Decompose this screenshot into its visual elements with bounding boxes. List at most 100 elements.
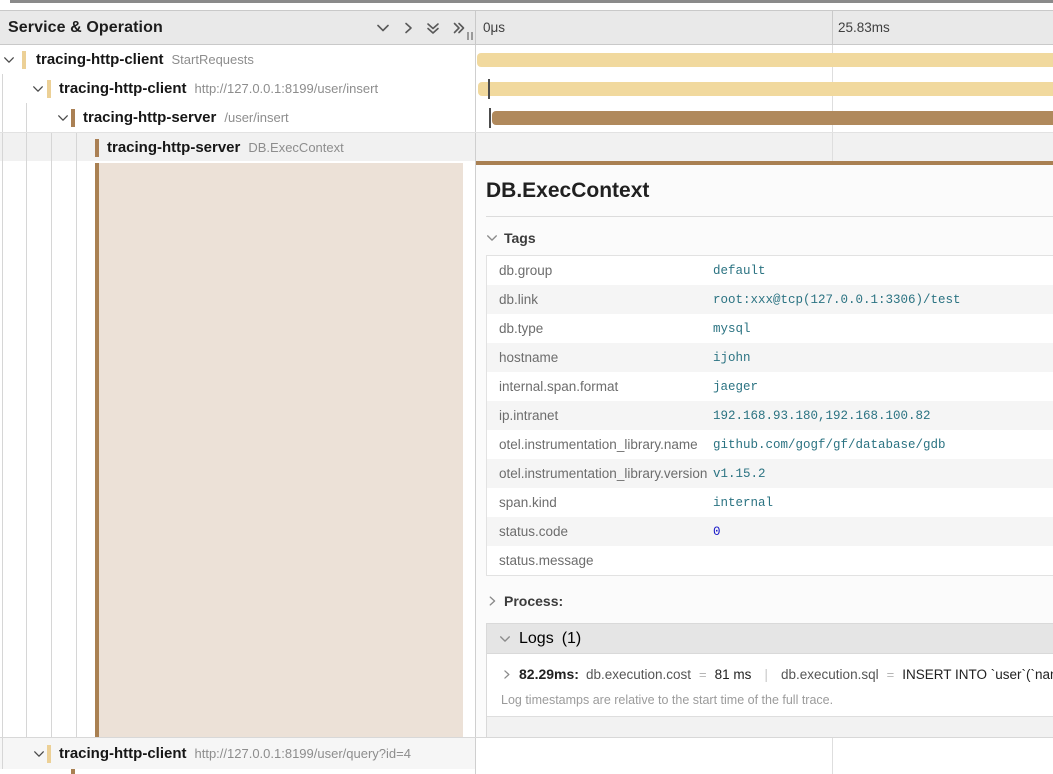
- row-gridline: [832, 133, 833, 161]
- column-resize-handle[interactable]: [467, 32, 473, 40]
- timeline-ruler: 0μs 25.83ms: [476, 11, 1053, 44]
- tag-row[interactable]: status.message: [487, 546, 1053, 575]
- process-section-toggle[interactable]: Process:: [486, 593, 1053, 609]
- tag-row[interactable]: internal.span.format jaeger: [487, 372, 1053, 401]
- span-operation: StartRequests: [172, 52, 254, 67]
- tag-key: otel.instrumentation_library.version: [487, 466, 713, 481]
- log-field-value: 81 ms: [715, 667, 752, 682]
- minimap-baseline: [10, 0, 1053, 3]
- span-duration-bar[interactable]: [492, 111, 1053, 125]
- span-operation: http://127.0.0.1:8199/user/query?id=4: [195, 746, 411, 761]
- log-entry[interactable]: 82.29ms: db.execution.cost = 81 ms | db.…: [487, 654, 1053, 682]
- tags-section-label: Tags: [504, 230, 536, 246]
- tag-key: status.code: [487, 524, 713, 539]
- span-row-db-execcontext-selected[interactable]: tracing-http-server DB.ExecContext: [0, 132, 1053, 161]
- collapse-chevron-icon[interactable]: [57, 112, 69, 124]
- span-service: tracing-http-client: [59, 745, 187, 762]
- tag-key: status.message: [487, 553, 713, 568]
- span-detail-title: DB.ExecContext: [486, 179, 1053, 217]
- tag-key: otel.instrumentation_library.name: [487, 437, 713, 452]
- timeline-tick-1: 25.83ms: [838, 11, 890, 44]
- expand-all-icon[interactable]: [451, 21, 465, 35]
- tags-table: db.group default db.link root:xxx@tcp(12…: [486, 255, 1053, 576]
- tag-value: github.com/gogf/gf/database/gdb: [713, 438, 946, 452]
- tag-row[interactable]: db.link root:xxx@tcp(127.0.0.1:3306)/tes…: [487, 285, 1053, 314]
- span-service: tracing-http-client: [36, 51, 164, 68]
- tag-key: span.kind: [487, 495, 713, 510]
- timeline-header: Service & Operation 0μs 25.83ms: [0, 10, 1053, 45]
- logs-section-toggle[interactable]: Logs (1): [487, 624, 1053, 654]
- span-detail-indent: [0, 161, 476, 737]
- tag-key: internal.span.format: [487, 379, 713, 394]
- tag-value: mysql: [713, 322, 751, 336]
- tag-key: db.group: [487, 263, 713, 278]
- timeline-tick-0: 0μs: [483, 11, 505, 44]
- collapse-chevron-icon[interactable]: [32, 83, 44, 95]
- span-operation: http://127.0.0.1:8199/user/insert: [195, 81, 379, 96]
- process-section-label: Process:: [504, 593, 563, 609]
- tag-key: hostname: [487, 350, 713, 365]
- span-row-start-requests[interactable]: tracing-http-client StartRequests: [0, 45, 1053, 74]
- span-color-bar: [47, 745, 51, 763]
- span-color-bar: [71, 769, 75, 774]
- tag-row[interactable]: hostname ijohn: [487, 343, 1053, 372]
- tag-value: root:xxx@tcp(127.0.0.1:3306)/test: [713, 293, 961, 307]
- span-operation: DB.ExecContext: [248, 140, 343, 155]
- tag-value: jaeger: [713, 380, 758, 394]
- collapse-all-icon[interactable]: [426, 21, 440, 35]
- span-detail-row: DB.ExecContext Tags db.group default db.…: [0, 161, 1053, 737]
- tag-value: 0: [713, 525, 721, 539]
- logs-section: Logs (1) 82.29ms: db.execution.cost = 81…: [486, 623, 1053, 752]
- span-start-tick: [489, 108, 491, 128]
- tag-row[interactable]: otel.instrumentation_library.name github…: [487, 430, 1053, 459]
- span-duration-bar[interactable]: [478, 82, 1053, 96]
- span-row-partial: [0, 769, 1053, 774]
- span-operation: /user/insert: [224, 110, 288, 125]
- span-tint-block: [99, 163, 463, 737]
- tag-key: ip.intranet: [487, 408, 713, 423]
- field-separator: |: [758, 666, 774, 682]
- tag-value: v1.15.2: [713, 467, 766, 481]
- log-field-value: INSERT INTO `user`(`name`: [902, 667, 1053, 682]
- span-start-tick: [488, 79, 490, 99]
- collapse-one-icon[interactable]: [376, 21, 390, 35]
- log-timestamp: 82.29ms:: [519, 666, 579, 682]
- chevron-right-icon: [501, 669, 512, 680]
- tag-row[interactable]: otel.instrumentation_library.version v1.…: [487, 459, 1053, 488]
- span-service: tracing-http-client: [59, 80, 187, 97]
- span-service: tracing-http-server: [83, 109, 216, 126]
- span-detail-panel: DB.ExecContext Tags db.group default db.…: [476, 161, 1053, 737]
- span-row-client-query[interactable]: tracing-http-client http://127.0.0.1:819…: [0, 737, 1053, 769]
- row-gridline: [832, 769, 833, 774]
- span-color-bar: [95, 139, 99, 157]
- log-field-key: db.execution.cost: [586, 667, 691, 682]
- row-gridline: [832, 738, 833, 769]
- equals-sign: =: [886, 667, 896, 682]
- expand-one-icon[interactable]: [401, 21, 415, 35]
- span-duration-bar[interactable]: [477, 53, 1053, 67]
- equals-sign: =: [698, 667, 708, 682]
- span-color-bar: [22, 51, 26, 69]
- tag-value: default: [713, 264, 766, 278]
- span-row-server-insert[interactable]: tracing-http-server /user/insert: [0, 103, 1053, 132]
- tag-row[interactable]: db.group default: [487, 256, 1053, 285]
- logs-footnote: Log timestamps are relative to the start…: [487, 682, 1053, 716]
- tag-row[interactable]: db.type mysql: [487, 314, 1053, 343]
- collapse-chevron-icon[interactable]: [3, 54, 15, 66]
- log-field-key: db.execution.sql: [781, 667, 879, 682]
- tag-key: db.link: [487, 292, 713, 307]
- tag-row[interactable]: status.code 0: [487, 517, 1053, 546]
- chevron-down-icon: [486, 232, 498, 244]
- span-rows: tracing-http-client StartRequests tracin…: [0, 45, 1053, 161]
- tag-row[interactable]: span.kind internal: [487, 488, 1053, 517]
- tag-value: internal: [713, 496, 773, 510]
- tags-section-toggle[interactable]: Tags: [486, 230, 1053, 246]
- span-service: tracing-http-server: [107, 139, 240, 156]
- tag-row[interactable]: ip.intranet 192.168.93.180,192.168.100.8…: [487, 401, 1053, 430]
- collapse-chevron-icon[interactable]: [33, 748, 45, 760]
- tag-value: 192.168.93.180,192.168.100.82: [713, 409, 931, 423]
- span-row-client-insert[interactable]: tracing-http-client http://127.0.0.1:819…: [0, 74, 1053, 103]
- service-operation-title: Service & Operation: [8, 19, 163, 37]
- span-color-bar: [47, 80, 51, 98]
- trace-timeline-view: Service & Operation 0μs 25.83ms tracing-…: [0, 0, 1053, 774]
